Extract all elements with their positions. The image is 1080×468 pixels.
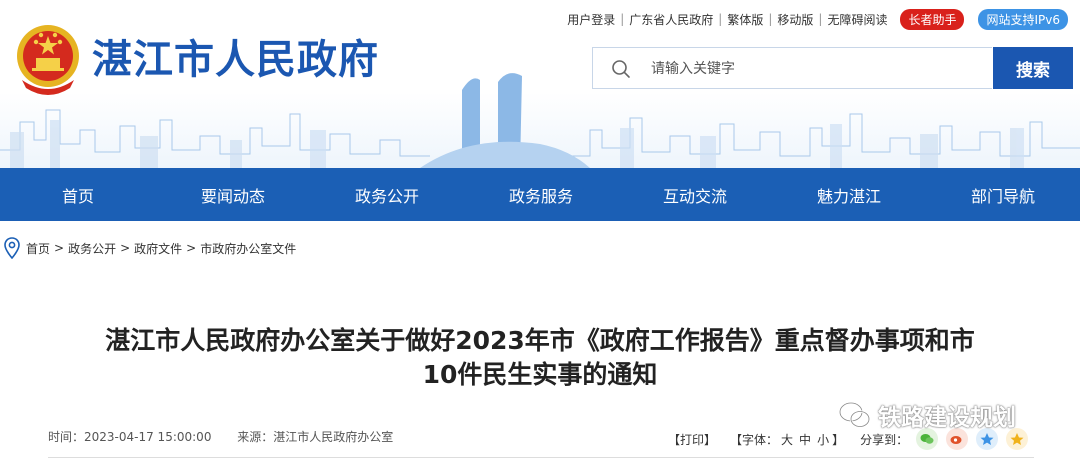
font-size-close: 】	[832, 432, 845, 447]
location-pin-icon	[4, 237, 20, 259]
top-links-bar: 用户登录 | 广东省人民政府 | 繁体版 | 移动版 | 无障碍阅读 长者助手 …	[564, 8, 1068, 30]
nav-gov-disclosure[interactable]: 政务公开	[310, 168, 464, 221]
font-size-small[interactable]: 小	[814, 431, 832, 448]
article-title-line2: 10件民生实事的通知	[422, 360, 658, 389]
font-size-large[interactable]: 大	[778, 431, 796, 448]
site-header: 湛江市人民政府 用户登录 | 广东省人民政府 | 繁体版 | 移动版 | 无障碍…	[0, 0, 1080, 168]
breadcrumb-separator: >	[120, 241, 131, 255]
national-emblem	[17, 25, 79, 95]
breadcrumb-separator: >	[186, 241, 197, 255]
watermark-text: 铁路建设规划	[878, 405, 1016, 431]
breadcrumb-gov-documents[interactable]: 政府文件	[134, 240, 182, 257]
share-label: 分享到：	[860, 432, 909, 447]
article-source: 来源：湛江市人民政府办公室	[237, 430, 394, 444]
nav-departments[interactable]: 部门导航	[926, 168, 1080, 221]
breadcrumb-office-documents[interactable]: 市政府办公室文件	[200, 240, 296, 257]
elder-assistant-button[interactable]: 长者助手	[900, 8, 965, 30]
wechat-watermark-icon	[838, 401, 871, 428]
search-icon	[612, 60, 630, 78]
accessibility-link[interactable]: 无障碍阅读	[824, 11, 890, 28]
breadcrumb-gov-disclosure[interactable]: 政务公开	[68, 240, 116, 257]
search-input[interactable]	[649, 48, 973, 90]
print-button[interactable]: 【打印】	[668, 431, 716, 448]
nav-home[interactable]: 首页	[0, 168, 156, 221]
search-box	[592, 47, 992, 90]
article-meta: 时间：2023-04-17 15:00:00 来源：湛江市人民政府办公室	[48, 428, 393, 445]
nav-news[interactable]: 要闻动态	[156, 168, 310, 221]
wechat-watermark: 铁路建设规划	[838, 398, 1016, 432]
font-size-medium[interactable]: 中	[796, 431, 814, 448]
nav-gov-services[interactable]: 政务服务	[464, 168, 618, 221]
guangdong-gov-link[interactable]: 广东省人民政府	[626, 11, 716, 28]
breadcrumb: 首页 > 政务公开 > 政府文件 > 市政府办公室文件	[4, 236, 296, 260]
site-title[interactable]: 湛江市人民政府	[92, 36, 379, 84]
main-nav: 首页 要闻动态 政务公开 政务服务 互动交流 魅力湛江 部门导航	[0, 168, 1080, 221]
article-title: 湛江市人民政府办公室关于做好2023年市《政府工作报告》重点督办事项和市 10件…	[40, 324, 1040, 392]
search-button[interactable]: 搜索	[993, 47, 1073, 89]
article-title-line1: 湛江市人民政府办公室关于做好2023年市《政府工作报告》重点督办事项和市	[105, 326, 975, 355]
nav-charm-zhanjiang[interactable]: 魅力湛江	[772, 168, 926, 221]
login-link[interactable]: 用户登录	[564, 11, 618, 28]
breadcrumb-home[interactable]: 首页	[26, 240, 50, 257]
breadcrumb-separator: >	[54, 241, 65, 255]
ipv6-badge: 网站支持IPv6	[978, 8, 1068, 30]
traditional-chinese-link[interactable]: 繁体版	[724, 11, 766, 28]
meta-divider	[48, 457, 1034, 458]
publish-time: 时间：2023-04-17 15:00:00	[48, 430, 212, 444]
nav-interaction[interactable]: 互动交流	[618, 168, 772, 221]
mobile-version-link[interactable]: 移动版	[774, 11, 816, 28]
font-size-label: 【字体：	[730, 432, 779, 447]
